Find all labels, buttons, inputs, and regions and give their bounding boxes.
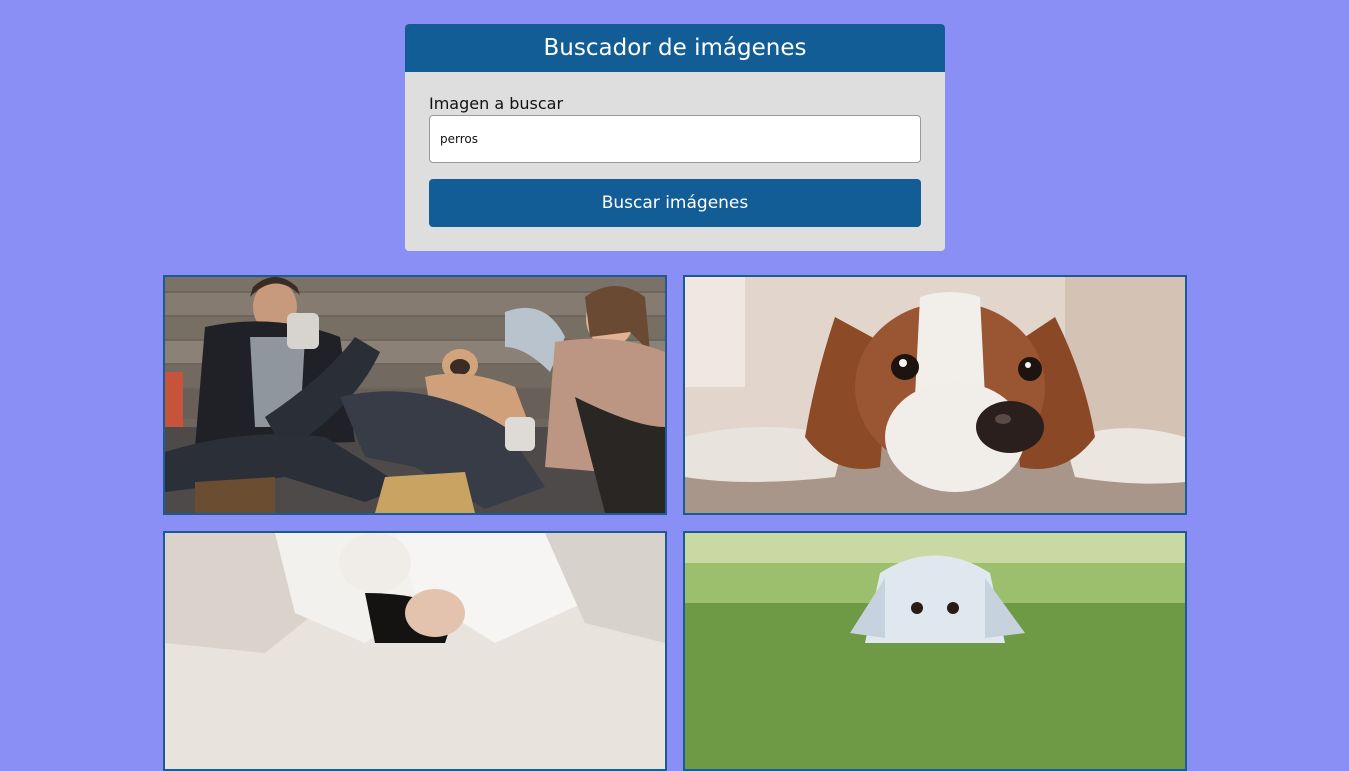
form-header: Buscador de imágenes: [405, 24, 945, 72]
woman-with-dog-photo: [165, 533, 665, 769]
cavalier-spaniel-photo: [685, 277, 1185, 513]
result-image-woman-with-dog[interactable]: [163, 531, 667, 771]
search-input-label: Imagen a buscar: [429, 94, 564, 113]
white-puppy-photo: [685, 533, 1185, 769]
couple-with-pug-photo: [165, 277, 665, 513]
search-button[interactable]: Buscar imágenes: [429, 179, 921, 227]
result-image-white-puppy[interactable]: [683, 531, 1187, 771]
result-image-cavalier-spaniel[interactable]: [683, 275, 1187, 515]
result-image-couple-with-pug[interactable]: [163, 275, 667, 515]
page-title: Buscador de imágenes: [543, 35, 807, 61]
search-form-card: Buscador de imágenes Imagen a buscar Bus…: [405, 24, 945, 251]
search-input[interactable]: [429, 115, 921, 163]
